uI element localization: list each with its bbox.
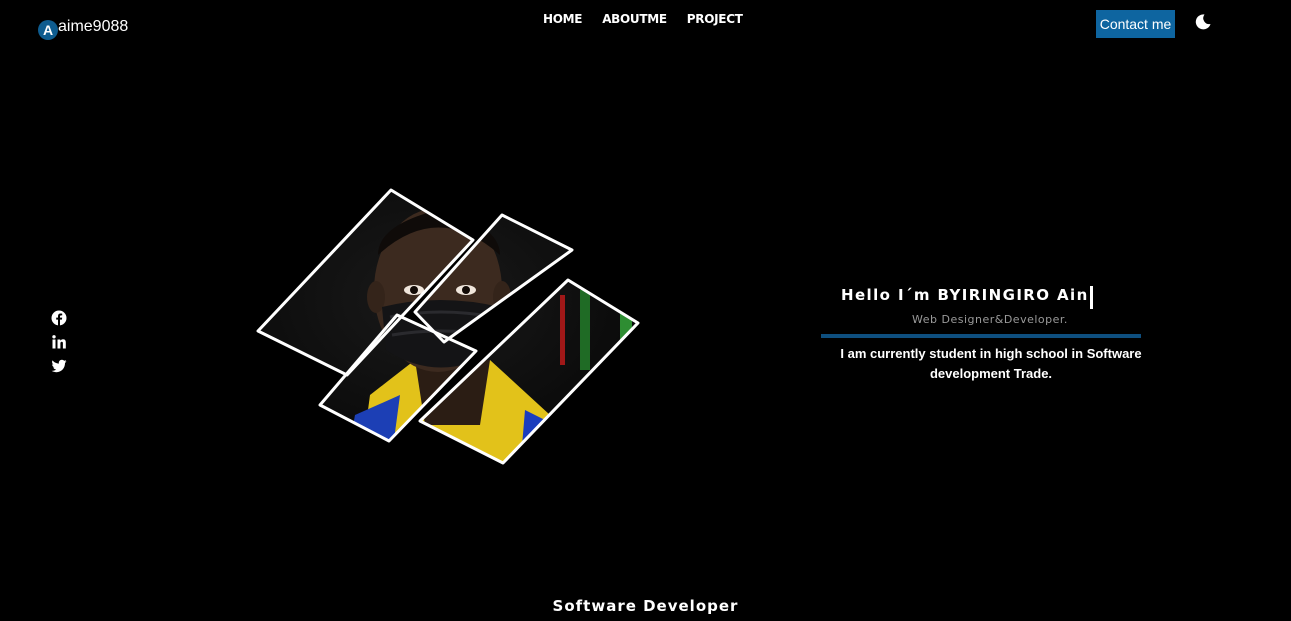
contact-button[interactable]: Contact me xyxy=(1096,10,1175,38)
facebook-icon[interactable] xyxy=(51,310,67,326)
nav-home[interactable]: HOME xyxy=(543,12,582,26)
linkedin-icon[interactable] xyxy=(51,334,67,350)
hero-greeting: Hello I´m BYIRINGIRO Ain xyxy=(841,286,1089,304)
social-links xyxy=(51,310,67,374)
nav-project[interactable]: PROJECT xyxy=(687,12,743,26)
hero-bio: I am currently student in high school in… xyxy=(840,346,1142,381)
twitter-icon[interactable] xyxy=(51,358,67,374)
typing-cursor xyxy=(1090,286,1093,309)
profile-portrait xyxy=(250,185,650,470)
moon-icon[interactable] xyxy=(1194,13,1212,31)
logo-text: aime9088 xyxy=(58,18,129,35)
page: A aime9088 HOME ABOUTME PROJECT Contact … xyxy=(0,0,1291,621)
hero-role: Web Designer&Developer. xyxy=(912,313,1068,326)
logo-badge: A xyxy=(38,20,58,40)
divider xyxy=(821,334,1141,338)
logo[interactable]: A aime9088 xyxy=(38,16,128,40)
section-title: Software Developer xyxy=(552,597,739,615)
nav-aboutme[interactable]: ABOUTME xyxy=(602,12,667,26)
main-nav: HOME ABOUTME PROJECT xyxy=(543,12,743,26)
